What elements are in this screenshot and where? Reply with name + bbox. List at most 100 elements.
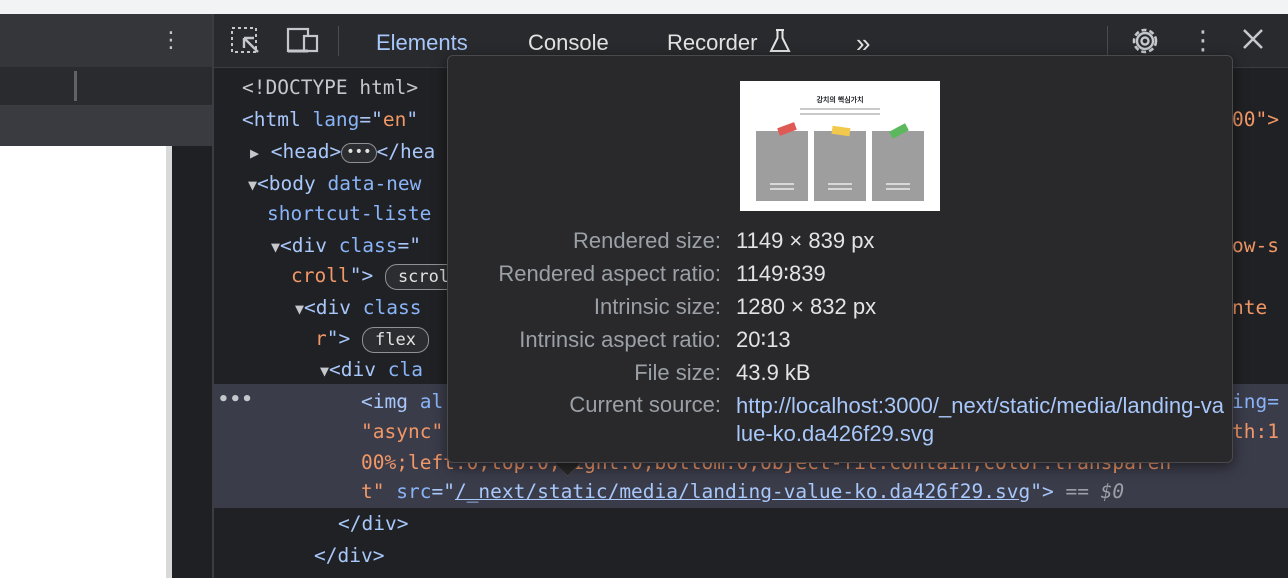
page-subbar — [0, 67, 212, 106]
tab-console[interactable]: Console — [528, 28, 609, 58]
img-node-tail1: ing= — [1232, 390, 1279, 413]
thumbnail-card — [872, 131, 924, 201]
tab-elements[interactable]: Elements — [376, 28, 468, 58]
div-close-2[interactable]: </div> — [314, 540, 384, 572]
intrinsic-size-value: 1280 × 832 px — [736, 294, 877, 319]
expand-caret-icon[interactable]: ▶ — [250, 144, 259, 162]
thumbnail-subline — [800, 108, 880, 110]
card-text-line — [886, 183, 910, 185]
rendered-aspect-value: 1149∶839 — [736, 261, 826, 286]
toolbar-separator — [1107, 26, 1108, 56]
card-text-line — [828, 183, 852, 185]
file-size-label: File size: — [634, 360, 721, 385]
html-attr-value: en — [382, 108, 407, 131]
img-src-line: t" src="/_next/static/media/landing-valu… — [361, 480, 1125, 503]
rendered-aspect-row: Rendered aspect ratio: 1149∶839 — [448, 261, 1232, 291]
rendered-size-value: 1149 × 839 px — [736, 228, 875, 253]
thumbnail-subline — [800, 113, 880, 115]
ellipsis-badge[interactable]: ••• — [341, 142, 377, 163]
intrinsic-aspect-row: Intrinsic aspect ratio: 20∶13 — [448, 327, 1232, 357]
more-options-icon[interactable]: ⋮ — [160, 24, 182, 56]
thumbnail-card — [756, 131, 808, 201]
div-tag: <div — [329, 358, 376, 381]
html-attr: lang — [312, 108, 360, 131]
current-source-link[interactable]: http://localhost:3000/_next/static/media… — [736, 392, 1226, 448]
intrinsic-size-row: Intrinsic size: 1280 × 832 px — [448, 294, 1232, 324]
card-text-line — [828, 188, 852, 190]
div-scroll-tail: ow-s — [1232, 234, 1279, 257]
head-node[interactable]: ▶ <head> ••• </hea — [250, 136, 435, 168]
toolbar-separator — [338, 26, 339, 56]
collapse-caret-icon[interactable]: ▼ — [320, 362, 329, 380]
div-flex-tail: nte — [1232, 296, 1268, 319]
div-tag: <div — [304, 296, 351, 319]
collapse-caret-icon[interactable]: ▼ — [271, 238, 280, 256]
card-text-line — [886, 188, 910, 190]
tab-recorder[interactable]: Recorder — [667, 28, 792, 58]
card-text-line — [770, 183, 794, 185]
div-eq: =" — [397, 234, 421, 257]
tab-recorder-label: Recorder — [667, 30, 758, 55]
img-attr: al — [419, 390, 444, 413]
inspect-element-icon[interactable] — [230, 26, 262, 56]
body-node-cont: shortcut-liste — [267, 202, 432, 225]
div-tag: <div — [280, 234, 327, 257]
div-flex-node[interactable]: ▼<div class — [295, 292, 421, 324]
div-scroll-node[interactable]: ▼<div class=" — [271, 230, 421, 262]
thumbnail-card — [814, 131, 866, 201]
page-toolbar: ⋮ — [0, 14, 212, 67]
selected-node-indicator: == $0 — [1065, 480, 1125, 503]
html-tag: <html — [242, 108, 301, 131]
more-tabs-icon[interactable]: » — [856, 28, 870, 58]
intrinsic-aspect-label: Intrinsic aspect ratio: — [519, 327, 721, 352]
divider — [74, 71, 77, 101]
doctype-line[interactable]: <!DOCTYPE html> — [242, 72, 418, 104]
div-close-1[interactable]: </div> — [338, 508, 408, 540]
file-size-row: File size: 43.9 kB — [448, 360, 1232, 390]
customize-devtools-kebab-icon[interactable]: ⋮ — [1190, 24, 1216, 56]
device-toolbar-icon[interactable] — [286, 26, 320, 56]
collapse-caret-icon[interactable]: ▼ — [248, 176, 257, 194]
div-inner-node[interactable]: ▼<div cla — [320, 354, 423, 386]
image-thumbnail: 강치의 핵심가치 — [740, 81, 940, 211]
image-preview-tooltip: 강치의 핵심가치 Rendered size: 1149 × 839 px Re… — [447, 55, 1233, 463]
body-attr: data-new — [327, 172, 422, 195]
head-tag: <head> — [270, 140, 342, 163]
html-node-tail: 00"> — [1232, 108, 1279, 131]
flex-badge[interactable]: flex — [361, 326, 429, 353]
div-attr: cla — [387, 358, 423, 381]
rendered-aspect-label: Rendered aspect ratio: — [498, 261, 721, 286]
rendered-size-label: Rendered size: — [573, 228, 721, 253]
div-flex-cont: r"> flex — [315, 323, 429, 355]
html-node[interactable]: <html lang="en" — [242, 104, 418, 136]
thumbnail-title: 강치의 핵심가치 — [816, 97, 864, 104]
page-header-band — [0, 106, 212, 146]
close-icon[interactable] — [1242, 28, 1264, 50]
page-gutter — [172, 146, 212, 578]
body-node[interactable]: ▼<body data-new — [248, 168, 421, 200]
div-attr: class — [338, 234, 398, 257]
img-async: "async" — [361, 420, 444, 443]
flask-icon — [768, 29, 791, 52]
img-src-link[interactable]: /_next/static/media/landing-value-ko.da4… — [455, 480, 1030, 503]
file-size-value: 43.9 kB — [736, 360, 811, 385]
doctype-text: <!DOCTYPE html> — [242, 76, 419, 99]
img-tag: <img — [361, 390, 408, 413]
collapse-caret-icon[interactable]: ▼ — [295, 300, 304, 318]
settings-gear-icon[interactable] — [1128, 24, 1162, 58]
current-source-row: Current source: http://localhost:3000/_n… — [448, 392, 1232, 452]
img-node[interactable]: <img al — [361, 386, 443, 418]
div-scroll-cont: croll"> scrol — [291, 260, 463, 292]
html-eq: =" — [359, 108, 383, 131]
node-actions-icon[interactable]: ••• — [218, 389, 254, 410]
body-tag: <body — [257, 172, 316, 195]
intrinsic-aspect-value: 20∶13 — [736, 327, 791, 352]
card-text-line — [770, 188, 794, 190]
div-attr: class — [362, 296, 422, 319]
page-viewport — [0, 146, 166, 578]
current-source-label: Current source: — [569, 392, 721, 417]
intrinsic-size-label: Intrinsic size: — [593, 294, 721, 319]
browser-top-strip — [0, 0, 1288, 15]
head-close-tag: </hea — [376, 140, 436, 163]
img-node-tail2: th:1 — [1232, 420, 1279, 443]
